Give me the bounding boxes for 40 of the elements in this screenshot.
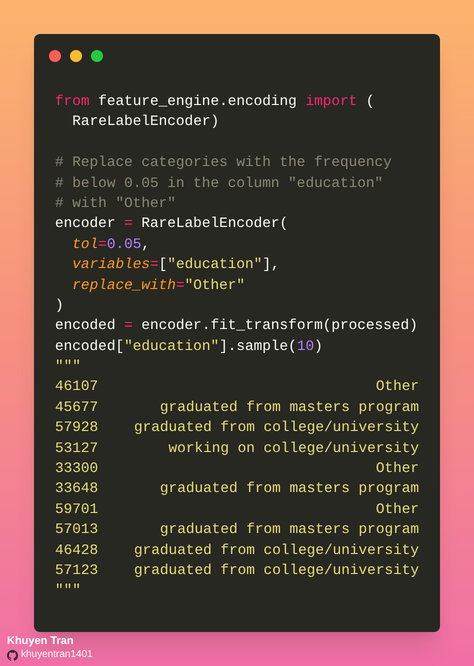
author-handle: khuyentran1401 — [21, 649, 93, 661]
output-value: graduated from masters program — [160, 521, 419, 540]
window-zoom-button[interactable] — [91, 50, 103, 62]
output-index: 53127 — [55, 440, 98, 459]
code-line: ) — [55, 296, 64, 316]
code-line: # below 0.05 in the column "education" — [55, 174, 384, 194]
output-value: graduated from college/university — [134, 542, 419, 561]
output-value: Other — [376, 378, 419, 398]
github-icon — [7, 650, 18, 660]
window-close-button[interactable] — [49, 50, 61, 62]
output-index: 57928 — [55, 419, 98, 438]
output-index: 33648 — [55, 480, 98, 500]
code-line: replace_with="Other" — [72, 276, 246, 296]
output-value: Other — [376, 460, 419, 480]
code-line: encoder = RareLabelEncoder( — [55, 215, 288, 234]
output-index: 59701 — [55, 500, 98, 520]
output-value: working on college/university — [168, 440, 419, 459]
code-line: encoded = encoder.fit_transform(processed) — [55, 317, 418, 336]
code-line: variables=["education"], — [72, 256, 280, 276]
code-line: """ — [55, 358, 82, 378]
code-line: encoded["education"].sample(10) — [55, 338, 323, 357]
output-index: 46107 — [55, 378, 98, 398]
output-value: graduated from masters program — [160, 480, 419, 500]
code-line: from feature_engine.encoding import ( — [55, 93, 375, 112]
output-value: Other — [376, 500, 419, 520]
output-index: 57013 — [55, 521, 98, 540]
output-index: 46428 — [55, 542, 98, 561]
window-minimize-button[interactable] — [70, 50, 82, 62]
output-index: 45677 — [55, 398, 98, 418]
output-index: 33300 — [55, 460, 98, 480]
author-name: Khuyen Tran — [7, 634, 75, 648]
code-line: # with "Other" — [55, 194, 176, 214]
code-line: # Replace categories with the frequency — [55, 154, 392, 174]
code-line: """ — [55, 582, 82, 602]
output-value: graduated from masters program — [160, 398, 419, 418]
output-value: graduated from college/university — [134, 419, 419, 438]
output-value: graduated from college/university — [134, 562, 419, 581]
code-line: RareLabelEncoder) — [72, 113, 220, 132]
output-index: 57123 — [55, 562, 98, 581]
code-line: tol=0.05, — [72, 236, 150, 255]
